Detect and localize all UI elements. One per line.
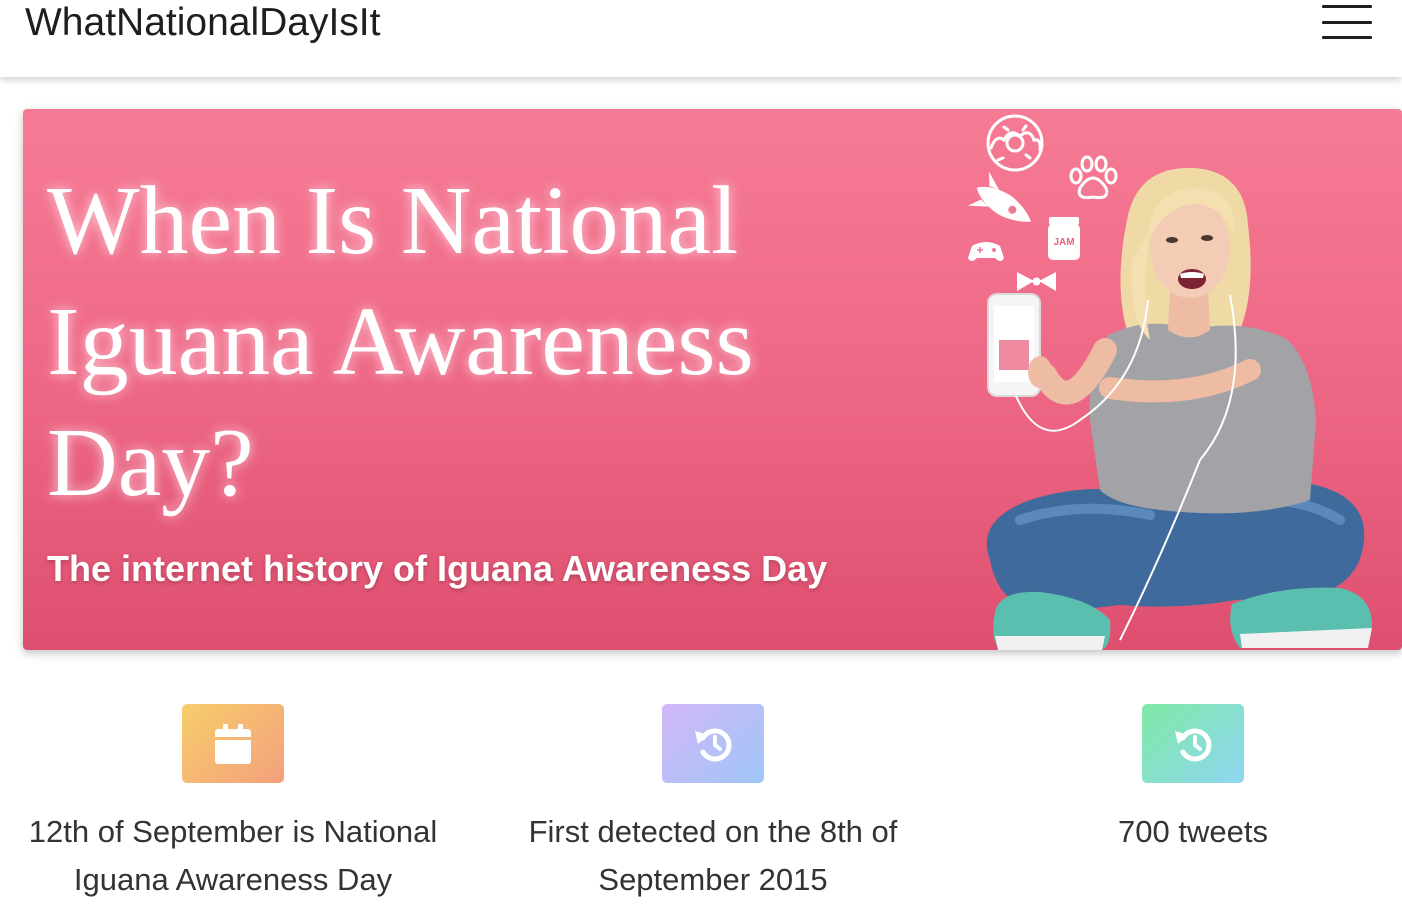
- gamepad-icon: [968, 242, 1004, 261]
- paw-icon: [1069, 155, 1118, 200]
- calendar-ring: [223, 723, 228, 733]
- jar-lid: [1049, 217, 1079, 225]
- page-title: When Is National Iguana Awareness Day?: [47, 167, 754, 517]
- hero-subtitle: The internet history of Iguana Awareness…: [47, 548, 828, 589]
- donut-sprinkles: [996, 124, 1032, 162]
- hero-banner: When Is National Iguana Awareness Day? T…: [23, 109, 1402, 650]
- history-icon: [1175, 728, 1212, 761]
- bow-tie-knot: [1032, 277, 1041, 286]
- menu-line: [1322, 5, 1372, 8]
- history-icon: [695, 728, 732, 761]
- bow-tie-wing: [1039, 272, 1056, 291]
- paw-toe: [1104, 167, 1118, 185]
- paw-toe: [1094, 155, 1108, 173]
- brand-logo-link[interactable]: WhatNationalDayIsIt: [25, 1, 380, 45]
- hero-illustration: JAM: [967, 114, 1372, 650]
- gamepad-button: [992, 248, 996, 252]
- arm-holding-phone: [1033, 338, 1117, 405]
- feature-icon-box: [1142, 704, 1244, 783]
- paw-pad: [1077, 176, 1109, 200]
- paw-toe: [1069, 167, 1083, 185]
- site-header: WhatNationalDayIsIt: [0, 0, 1402, 77]
- paw-toe: [1080, 155, 1094, 173]
- feature-tweets-text: 700 tweets: [1118, 814, 1268, 849]
- calendar-ring: [238, 723, 243, 733]
- phone-screen-image: [999, 340, 1029, 370]
- calendar-icon: [215, 723, 251, 764]
- clock-hands: [713, 734, 722, 751]
- bow-tie-icon: [1017, 272, 1056, 291]
- donut-outline: [986, 114, 1044, 172]
- gamepad-body: [968, 242, 1004, 261]
- jam-jar-icon: JAM: [1048, 217, 1080, 260]
- t-shirt: [1089, 323, 1316, 514]
- calendar-body: [215, 739, 251, 764]
- woman-illustration: [986, 167, 1372, 650]
- donut-icon: [986, 114, 1044, 172]
- eye: [1166, 237, 1178, 243]
- sneaker-sole: [995, 636, 1105, 650]
- feature-first-detected-text: First detected on the 8th of September 2…: [528, 814, 898, 897]
- menu-line: [1322, 21, 1372, 24]
- bow-tie-wing: [1017, 272, 1034, 291]
- menu-line: [1322, 36, 1372, 39]
- calendar-header: [215, 728, 251, 737]
- feature-row: 12th of September is National Iguana Awa…: [0, 704, 1402, 917]
- feature-first-detected: First detected on the 8th of September 2…: [480, 704, 946, 904]
- jar-label: JAM: [1053, 237, 1074, 248]
- eye: [1201, 235, 1213, 241]
- hamburger-menu-icon[interactable]: [1318, 0, 1376, 44]
- feature-icon-box: [662, 704, 764, 783]
- feature-date-text: 12th of September is National Iguana Awa…: [28, 814, 438, 897]
- hand: [1028, 356, 1052, 388]
- feature-date: 12th of September is National Iguana Awa…: [0, 704, 466, 904]
- feature-icon-box: [182, 704, 284, 783]
- rocket-icon: [967, 171, 1031, 222]
- clock-hands: [1193, 734, 1202, 751]
- feature-tweets: 700 tweets: [984, 704, 1402, 856]
